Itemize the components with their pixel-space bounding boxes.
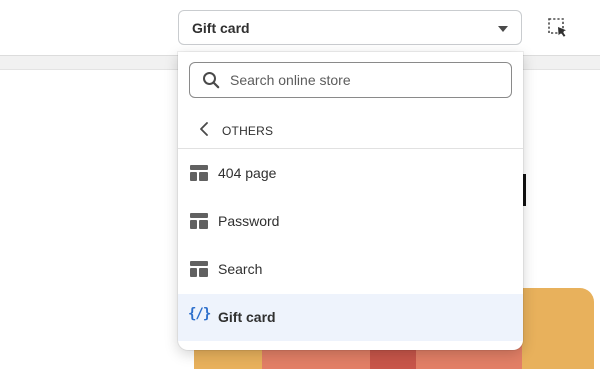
back-to-categories-button[interactable]: OTHERS bbox=[178, 112, 523, 149]
template-selector-value: Gift card bbox=[192, 20, 250, 36]
layout-template-icon bbox=[190, 261, 208, 277]
template-option-label: Gift card bbox=[218, 309, 276, 325]
template-search-input[interactable] bbox=[230, 69, 500, 91]
category-label: OTHERS bbox=[222, 124, 274, 138]
select-element-icon[interactable] bbox=[547, 17, 569, 39]
template-search-field[interactable] bbox=[189, 62, 512, 98]
theme-editor: Gift card OTHERS bbox=[0, 0, 600, 369]
template-option-label: 404 page bbox=[218, 165, 277, 181]
code-braces-icon: {/} bbox=[188, 306, 211, 322]
template-option-search[interactable]: Search bbox=[178, 246, 523, 293]
layout-template-icon bbox=[190, 213, 208, 229]
template-dropdown: OTHERS 404 page Password bbox=[178, 52, 523, 350]
caret-down-icon bbox=[498, 26, 508, 32]
editor-toolbar: Gift card bbox=[0, 0, 600, 56]
template-option-gift-card[interactable]: {/} Gift card bbox=[178, 294, 523, 341]
template-option-label: Search bbox=[218, 261, 263, 277]
template-selector[interactable]: Gift card bbox=[178, 10, 522, 45]
layout-template-icon bbox=[190, 165, 208, 181]
template-option-label: Password bbox=[218, 213, 280, 229]
template-option-404-page[interactable]: 404 page bbox=[178, 150, 523, 197]
search-icon bbox=[203, 72, 220, 89]
template-option-password[interactable]: Password bbox=[178, 198, 523, 245]
chevron-left-icon bbox=[200, 122, 208, 136]
